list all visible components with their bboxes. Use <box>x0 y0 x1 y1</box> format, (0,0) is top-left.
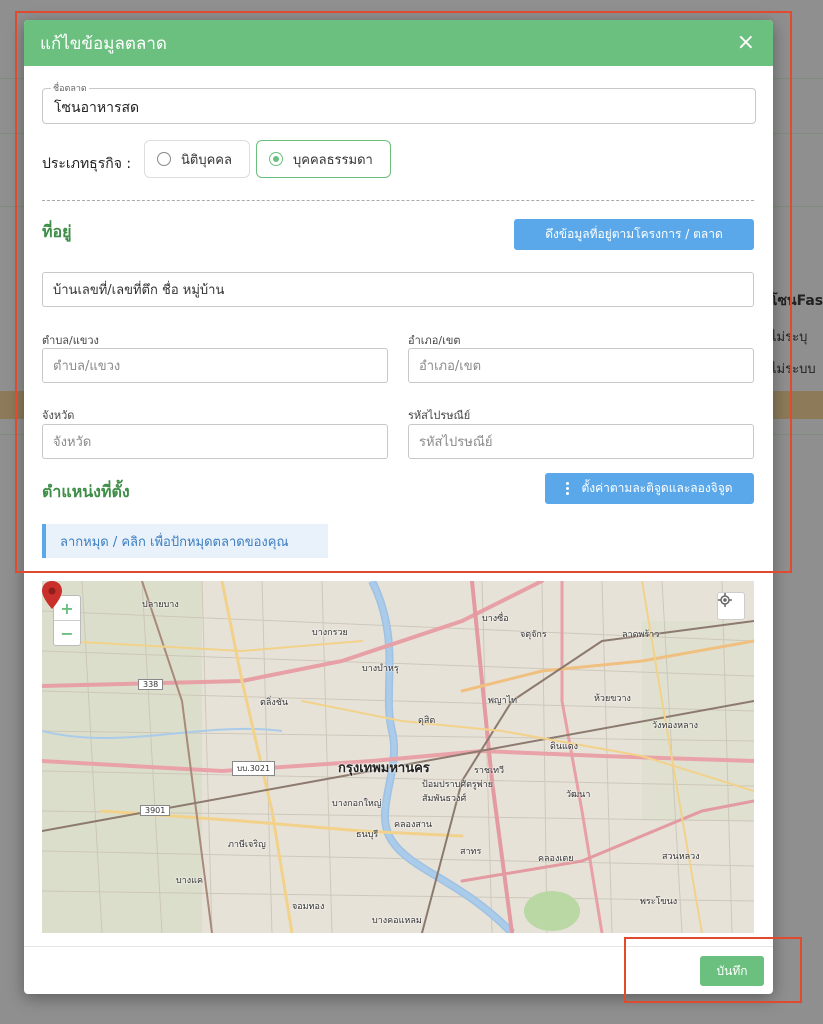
radio-checked-icon <box>269 152 283 166</box>
map-label: บางแค <box>176 876 203 886</box>
more-vertical-icon <box>566 480 570 497</box>
save-button[interactable]: บันทึก <box>700 956 764 986</box>
footer-divider <box>24 946 773 947</box>
location-section-title: ตำแหน่งที่ตั้ง <box>42 482 130 501</box>
map-label: พระโขนง <box>640 897 678 907</box>
map-pin-icon[interactable] <box>42 581 62 609</box>
map-label: บางกอกใหญ่ <box>332 799 382 809</box>
map-label: คลองสาน <box>394 820 433 830</box>
postal-label: รหัสไปรษณีย์ <box>408 409 471 422</box>
map-label: วังทองหลาง <box>652 721 699 731</box>
map-label: สัมพันธวงศ์ <box>422 794 467 804</box>
set-latlng-label: ตั้งค่าตามละติจูดและลองจิจูด <box>581 481 733 495</box>
map-label: ดุสิต <box>418 716 436 726</box>
map-label: ธนบุรี <box>356 830 379 840</box>
province-label: จังหวัด <box>42 409 75 422</box>
subdistrict-input[interactable]: ตำบล/แขวง <box>42 348 388 383</box>
zoom-out-button[interactable]: − <box>54 620 80 645</box>
radio-natural-person[interactable]: บุคคลธรรมดา <box>256 140 391 178</box>
map-label: ภาษีเจริญ <box>228 840 266 850</box>
radio-unchecked-icon <box>157 152 171 166</box>
map-hint: ลากหมุด / คลิก เพื่อปักหมุดตลาดของคุณ <box>42 524 328 558</box>
map-label: คลองเตย <box>538 854 574 864</box>
province-input[interactable]: จังหวัด <box>42 424 388 459</box>
bg-text: ไม่ระบุ <box>770 330 808 345</box>
map-label: สวนหลวง <box>662 852 700 862</box>
road-badge: 338 <box>138 679 164 690</box>
map-label: ลาดพร้าว <box>622 630 660 640</box>
map-label: บางกรวย <box>312 628 348 638</box>
map-label: ดินแดง <box>550 742 579 752</box>
locate-icon <box>718 593 732 607</box>
radio-label: นิติบุคคล <box>181 152 232 168</box>
road-badge: 3901 <box>140 805 171 816</box>
bg-text: ไม่ระบบ <box>770 362 816 377</box>
map-label: ปลายบาง <box>142 600 179 610</box>
subdistrict-placeholder: ตำบล/แขวง <box>53 359 121 374</box>
district-label: อำเภอ/เขต <box>408 334 461 347</box>
location-map[interactable]: + − ปลายบาง บางกรวย ตลิ่งชัน บางบำหรุ กร… <box>42 581 754 933</box>
province-placeholder: จังหวัด <box>53 435 92 450</box>
map-label: บางซื่อ <box>482 614 509 624</box>
market-name-label: ชื่อตลาด <box>51 81 89 95</box>
map-label: พญาไท <box>488 696 518 706</box>
map-label: วัฒนา <box>566 790 591 800</box>
fetch-address-button[interactable]: ดึงข้อมูลที่อยู่ตามโครงการ / ตลาด <box>514 219 754 250</box>
map-label: จตุจักร <box>520 630 547 640</box>
map-label: บางคอแหลม <box>372 916 422 926</box>
modal-title: แก้ไขข้อมูลตลาด <box>40 33 167 54</box>
address-section-title: ที่อยู่ <box>42 222 72 241</box>
road-badge: บบ.3021 <box>232 761 276 776</box>
map-label: กรุงเทพมหานคร <box>338 761 430 776</box>
radio-juristic-person[interactable]: นิติบุคคล <box>144 140 250 178</box>
address-line-input[interactable]: บ้านเลขที่/เลขที่ตึก ชื่อ หมู่บ้าน <box>42 272 754 307</box>
edit-market-modal: แก้ไขข้อมูลตลาด × ชื่อตลาด โซนอาหารสด ปร… <box>24 20 773 994</box>
map-label: ราชเทวี <box>474 766 505 776</box>
market-name-value: โซนอาหารสด <box>54 100 140 116</box>
radio-label: บุคคลธรรมดา <box>293 152 373 168</box>
district-input[interactable]: อำเภอ/เขต <box>408 348 754 383</box>
map-label: จอมทอง <box>292 902 325 912</box>
address-line-placeholder: บ้านเลขที่/เลขที่ตึก ชื่อ หมู่บ้าน <box>53 283 225 298</box>
map-label: บางบำหรุ <box>362 664 399 674</box>
map-label: สาทร <box>460 847 482 857</box>
subdistrict-label: ตำบล/แขวง <box>42 334 99 347</box>
locate-me-button[interactable] <box>717 592 745 620</box>
postal-placeholder: รหัสไปรษณีย์ <box>419 435 493 450</box>
map-label: ตลิ่งชัน <box>260 698 289 708</box>
section-divider <box>42 200 754 201</box>
map-label: ป้อมปราบศัตรูพ่าย <box>422 780 494 790</box>
business-type-label: ประเภทธุรกิจ : <box>42 156 132 172</box>
set-latlng-button[interactable]: ตั้งค่าตามละติจูดและลองจิจูด <box>545 473 754 504</box>
district-placeholder: อำเภอ/เขต <box>419 359 482 374</box>
market-name-field[interactable]: ชื่อตลาด โซนอาหารสด <box>42 81 756 124</box>
postal-input[interactable]: รหัสไปรษณีย์ <box>408 424 754 459</box>
modal-header: แก้ไขข้อมูลตลาด × <box>24 20 773 66</box>
bg-title: โซนFas <box>770 293 823 309</box>
map-label: ห้วยขวาง <box>594 694 631 704</box>
close-icon[interactable]: × <box>737 32 755 54</box>
